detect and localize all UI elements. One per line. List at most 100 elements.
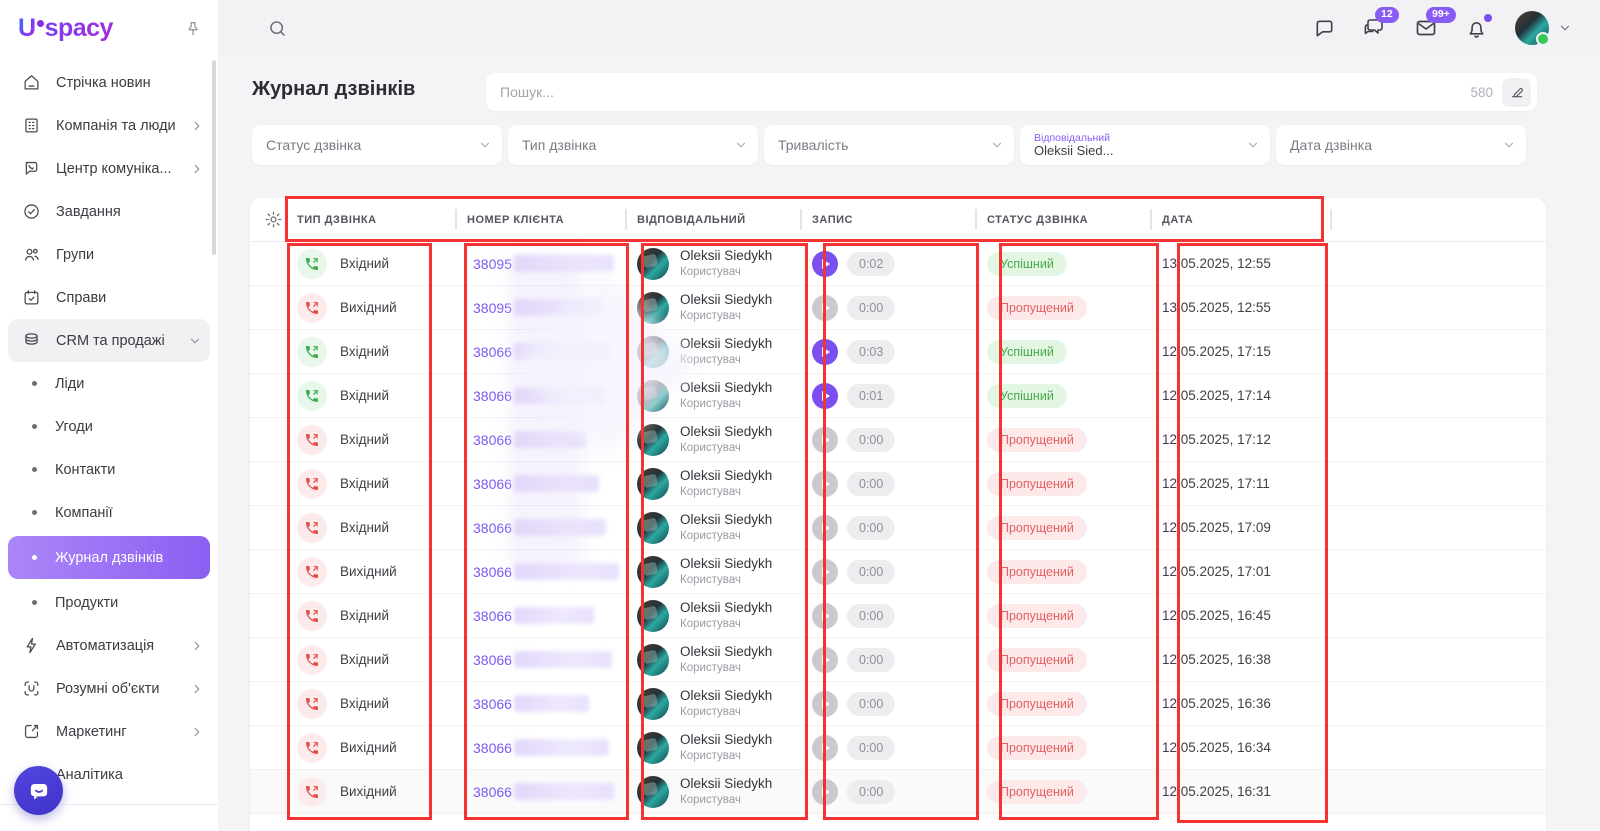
sidebar-item-comm-center[interactable]: Центр комуніка... — [0, 147, 218, 190]
responsible-role: Користувач — [680, 353, 772, 367]
chevron-right-icon — [190, 162, 204, 176]
table-row[interactable]: Вхідний38066Oleksii SiedykhКористувач0:0… — [250, 682, 1546, 726]
play-button[interactable] — [812, 647, 838, 673]
call-date: 12.05.2025, 17:11 — [1162, 476, 1270, 491]
table-row[interactable]: Вхідний38066Oleksii SiedykhКористувач0:0… — [250, 462, 1546, 506]
table-row[interactable]: Вихідний38066Oleksii SiedykhКористувач0:… — [250, 726, 1546, 770]
table-row[interactable]: Вхідний38066Oleksii SiedykhКористувач0:0… — [250, 506, 1546, 550]
client-number-link[interactable]: 38066 — [473, 608, 512, 624]
filter-call-status[interactable]: Статус дзвінка — [252, 125, 502, 165]
call-date: 12.05.2025, 16:36 — [1162, 696, 1271, 711]
chevron-down-icon — [188, 334, 202, 348]
sidebar-item-contacts[interactable]: Контакти — [0, 448, 218, 491]
client-number-link[interactable]: 38066 — [473, 520, 512, 536]
play-button[interactable] — [812, 779, 838, 805]
duration-pill: 0:00 — [847, 428, 895, 452]
column-header-4[interactable]: ЗАПИС — [800, 198, 975, 241]
client-number-link[interactable]: 38095 — [473, 256, 512, 272]
client-number-link[interactable]: 38066 — [473, 432, 512, 448]
sidebar-item-crm[interactable]: CRM та продажі — [8, 319, 210, 362]
duration-pill: 0:00 — [847, 472, 895, 496]
filter-duration[interactable]: Тривалість — [764, 125, 1014, 165]
column-header-1[interactable]: ТИП ДЗВІНКА — [285, 198, 455, 241]
sidebar-item-groups[interactable]: Групи — [0, 233, 218, 276]
table-row[interactable]: Вхідний38066Oleksii SiedykhКористувач0:0… — [250, 374, 1546, 418]
play-button[interactable] — [812, 471, 838, 497]
avatar — [1515, 11, 1549, 45]
play-button[interactable] — [812, 339, 838, 365]
play-button[interactable] — [812, 295, 838, 321]
clear-filters-button[interactable] — [1502, 78, 1531, 107]
sidebar-item-marketing[interactable]: Маркетинг — [0, 710, 218, 753]
client-number-link[interactable]: 38066 — [473, 344, 512, 360]
client-number-link[interactable]: 38095 — [473, 300, 512, 316]
client-number-link[interactable]: 38066 — [473, 564, 512, 580]
sidebar-item-company[interactable]: Компанія та люди — [0, 104, 218, 147]
avatar — [637, 468, 669, 500]
client-number-link[interactable]: 38066 — [473, 784, 512, 800]
search-icon[interactable] — [267, 18, 288, 39]
marketing-icon — [20, 721, 42, 743]
uspacy-logo[interactable]: Uspacy — [18, 14, 113, 43]
responsible-name: Oleksii Siedykh — [680, 424, 772, 441]
sidebar-item-smart-objects[interactable]: Розумні об'єкти — [0, 667, 218, 710]
call-status-badge: Успішний — [987, 340, 1067, 364]
topbar: 12 99+ — [218, 0, 1600, 56]
sidebar-item-label: Завдання — [56, 204, 204, 220]
client-number-link[interactable]: 38066 — [473, 740, 512, 756]
search-input[interactable] — [500, 84, 1470, 100]
mail-icon[interactable]: 99+ — [1414, 16, 1438, 40]
table-row[interactable]: Вихідний38095Oleksii SiedykhКористувач0:… — [250, 286, 1546, 330]
call-type-label: Вхідний — [340, 476, 389, 491]
call-in-icon — [297, 645, 327, 675]
sidebar-item-deals[interactable]: Угоди — [0, 405, 218, 448]
table-row[interactable]: Вихідний38066Oleksii SiedykhКористувач0:… — [250, 550, 1546, 594]
blurred-number — [514, 651, 612, 668]
sidebar-item-activities[interactable]: Справи — [0, 276, 218, 319]
filter-call-date[interactable]: Дата дзвінка — [1276, 125, 1526, 165]
column-header-5[interactable]: СТАТУС ДЗВІНКА — [975, 198, 1150, 241]
play-button[interactable] — [812, 515, 838, 541]
play-button[interactable] — [812, 735, 838, 761]
table-row[interactable]: Вихідний38066Oleksii SiedykhКористувач0:… — [250, 770, 1546, 814]
sidebar-item-products[interactable]: Продукти — [0, 581, 218, 624]
sidebar-item-leads[interactable]: Ліди — [0, 362, 218, 405]
call-status-badge: Пропущений — [987, 560, 1087, 584]
pin-sidebar-icon[interactable] — [184, 20, 202, 38]
table-settings-gear-icon[interactable] — [262, 210, 285, 229]
filter-responsible[interactable]: ВідповідальнийOleksii Sied... — [1020, 125, 1270, 165]
play-button[interactable] — [812, 691, 838, 717]
client-number-link[interactable]: 38066 — [473, 388, 512, 404]
bell-icon[interactable] — [1465, 17, 1488, 40]
client-number-link[interactable]: 38066 — [473, 476, 512, 492]
play-button[interactable] — [812, 251, 838, 277]
table-row[interactable]: Вхідний38095Oleksii SiedykhКористувач0:0… — [250, 242, 1546, 286]
sidebar-item-call-log[interactable]: Журнал дзвінків — [8, 536, 210, 579]
play-button[interactable] — [812, 427, 838, 453]
client-number-link[interactable]: 38066 — [473, 652, 512, 668]
task-icon — [20, 201, 42, 223]
sidebar-item-label: Розумні об'єкти — [56, 681, 184, 697]
crm-icon — [20, 330, 42, 352]
column-header-6[interactable]: ДАТА — [1150, 198, 1330, 241]
comment-icon[interactable] — [1313, 17, 1336, 40]
table-row[interactable]: Вхідний38066Oleksii SiedykhКористувач0:0… — [250, 594, 1546, 638]
filter-call-type[interactable]: Тип дзвінка — [508, 125, 758, 165]
column-header-3[interactable]: ВІДПОВІДАЛЬНИЙ — [625, 198, 800, 241]
user-menu[interactable] — [1515, 11, 1572, 45]
sidebar-item-automation[interactable]: Автоматизація — [0, 624, 218, 667]
play-button[interactable] — [812, 559, 838, 585]
client-number-link[interactable]: 38066 — [473, 696, 512, 712]
table-row[interactable]: Вхідний38066Oleksii SiedykhКористувач0:0… — [250, 418, 1546, 462]
sidebar-item-tasks[interactable]: Завдання — [0, 190, 218, 233]
table-row[interactable]: Вхідний38066Oleksii SiedykhКористувач0:0… — [250, 330, 1546, 374]
play-button[interactable] — [812, 603, 838, 629]
table-row[interactable]: Вхідний38066Oleksii SiedykhКористувач0:0… — [250, 638, 1546, 682]
column-header-2[interactable]: НОМЕР КЛІЄНТА — [455, 198, 625, 241]
sidebar-item-newsfeed[interactable]: Стрічка новин — [0, 61, 218, 104]
sidebar-scrollbar[interactable] — [212, 60, 216, 255]
support-chat-button[interactable] — [14, 766, 63, 815]
sidebar-item-companies[interactable]: Компанії — [0, 491, 218, 534]
messenger-icon[interactable]: 12 — [1363, 16, 1387, 40]
play-button[interactable] — [812, 383, 838, 409]
